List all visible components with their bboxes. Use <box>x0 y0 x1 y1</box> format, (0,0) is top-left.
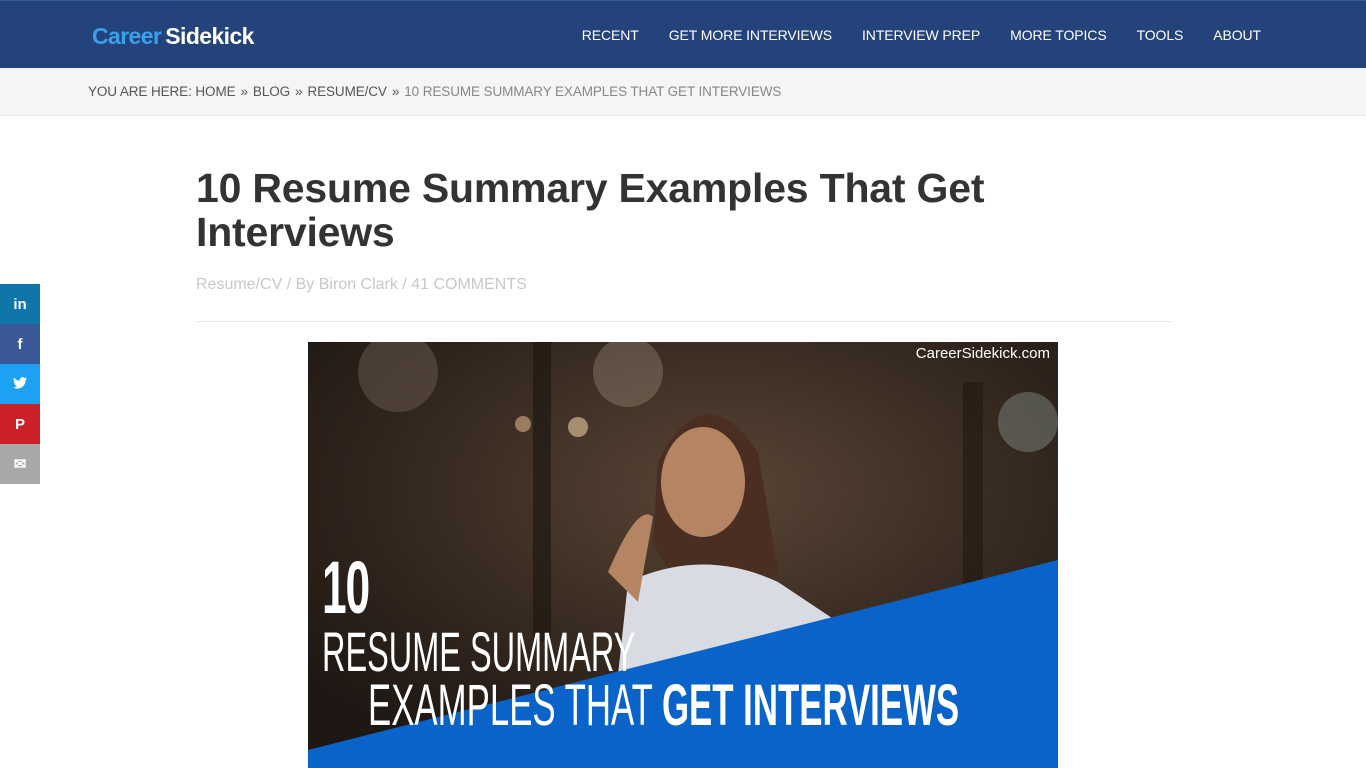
hero-line-2: EXAMPLES THAT GET INTERVIEWS <box>368 674 959 738</box>
site-header: Career Sidekick RECENT GET MORE INTERVIEW… <box>0 0 1366 68</box>
category-link[interactable]: Resume/CV <box>196 276 282 293</box>
breadcrumb-prefix: YOU ARE HERE: <box>88 84 192 99</box>
twitter-icon <box>13 376 27 393</box>
article-title: 10 Resume Summary Examples That Get Inte… <box>196 165 985 255</box>
hero-watermark: CareerSidekick.com <box>915 345 1050 362</box>
breadcrumb-home[interactable]: HOME <box>195 84 235 99</box>
nav-get-more-interviews[interactable]: GET MORE INTERVIEWS <box>669 27 832 43</box>
article-meta: Resume/CV / By Biron Clark / 41 COMMENTS <box>196 276 527 294</box>
breadcrumb-resume-cv[interactable]: RESUME/CV <box>307 84 386 99</box>
social-share-bar: in f P ✉ <box>0 284 40 484</box>
nav-tools[interactable]: TOOLS <box>1137 27 1184 43</box>
logo-career: Career <box>92 23 162 49</box>
breadcrumb-bar: YOU ARE HERE: HOME » BLOG » RESUME/CV » 10 RES… <box>0 68 1366 116</box>
site-logo[interactable]: Career Sidekick <box>92 23 254 50</box>
byline-prefix: By <box>295 276 315 293</box>
email-icon: ✉ <box>13 456 27 473</box>
email-share-button[interactable]: ✉ <box>0 444 40 484</box>
pinterest-share-button[interactable]: P <box>0 404 40 444</box>
hero-image: CareerSidekick.com 10 RESUME SUMMARY EXA… <box>308 342 1058 768</box>
breadcrumb: YOU ARE HERE: HOME » BLOG » RESUME/CV » 10 RES… <box>88 84 781 99</box>
nav-interview-prep[interactable]: INTERVIEW PREP <box>862 27 980 43</box>
main-nav: RECENT GET MORE INTERVIEWS INTERVIEW PRE… <box>552 1 1261 69</box>
meta-separator: / <box>402 276 407 293</box>
logo-sidekick: Sidekick <box>165 23 254 49</box>
nav-recent[interactable]: RECENT <box>582 27 639 43</box>
author-link[interactable]: Biron Clark <box>319 276 398 293</box>
nav-about[interactable]: ABOUT <box>1213 27 1261 43</box>
pinterest-icon: P <box>14 415 25 433</box>
breadcrumb-separator: » <box>240 84 249 99</box>
nav-more-topics[interactable]: MORE TOPICS <box>1010 27 1107 43</box>
linkedin-share-button[interactable]: in <box>0 284 40 324</box>
hero-line-2-light: EXAMPLES THAT <box>368 673 653 738</box>
facebook-icon: f <box>17 335 23 353</box>
twitter-share-button[interactable] <box>0 364 40 404</box>
linkedin-icon: in <box>13 295 27 313</box>
meta-divider <box>196 321 1172 322</box>
hero-number: 10 <box>322 546 370 629</box>
comments-link[interactable]: 41 COMMENTS <box>411 276 527 293</box>
hero-line-2-bold: GET INTERVIEWS <box>661 673 960 738</box>
breadcrumb-separator: » <box>391 84 400 99</box>
breadcrumb-separator: » <box>295 84 303 99</box>
breadcrumb-blog[interactable]: BLOG <box>253 84 290 99</box>
facebook-share-button[interactable]: f <box>0 324 40 364</box>
meta-separator: / <box>286 276 292 293</box>
breadcrumb-current: 10 RESUME SUMMARY EXAMPLES THAT GET INTE… <box>404 84 782 99</box>
